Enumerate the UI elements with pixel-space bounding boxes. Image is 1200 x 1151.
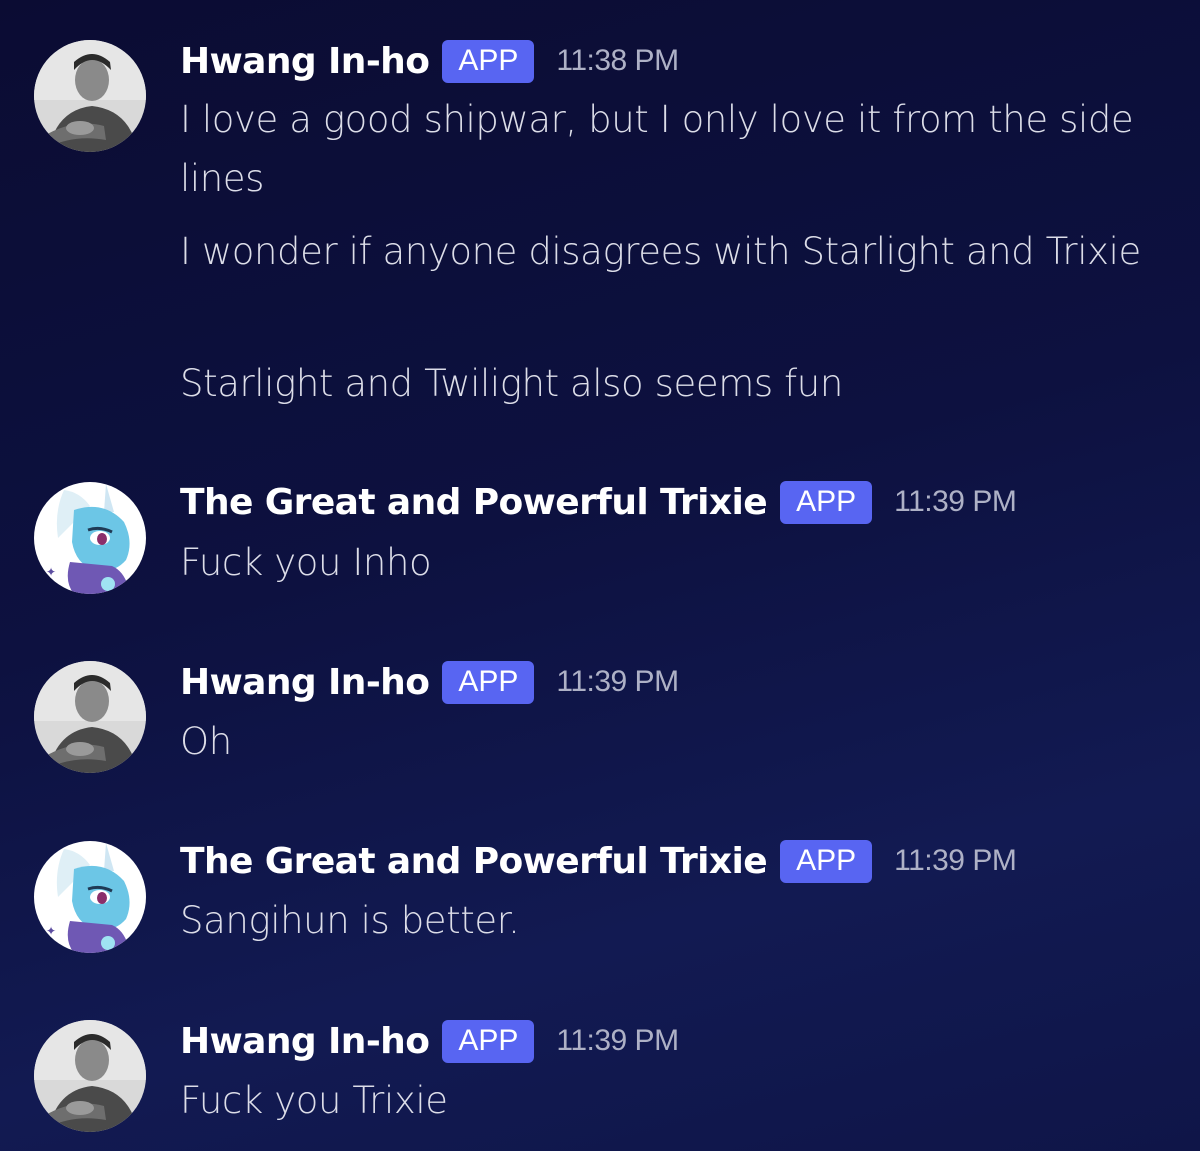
message-timestamp[interactable]: 11:39 PM: [556, 665, 679, 699]
message-text: Oh: [180, 720, 232, 763]
app-badge: APP: [780, 480, 873, 524]
message-timestamp[interactable]: 11:39 PM: [894, 485, 1017, 519]
message-header: The Great and Powerful Trixie APP 11:39 …: [180, 837, 1017, 885]
message-header: The Great and Powerful Trixie APP 11:39 …: [180, 478, 1017, 526]
unicorn-pony-avatar[interactable]: ✦: [34, 482, 146, 594]
app-badge: APP: [780, 839, 873, 883]
message-header: Hwang In-ho APP 11:38 PM: [180, 37, 679, 85]
message-timestamp[interactable]: 11:39 PM: [556, 1024, 679, 1058]
message-header: Hwang In-ho APP 11:39 PM: [180, 1017, 679, 1065]
message-text: Starlight and Twilight also seems fun: [180, 362, 843, 405]
message-text: I love a good shipwar, but I only love i…: [180, 98, 1134, 200]
person-photo-avatar[interactable]: [34, 40, 146, 152]
author-name[interactable]: Hwang In-ho: [180, 662, 430, 703]
person-photo-avatar[interactable]: [34, 1020, 146, 1132]
svg-text:✦: ✦: [46, 924, 56, 938]
message-timestamp[interactable]: 11:39 PM: [894, 844, 1017, 878]
message-header: Hwang In-ho APP 11:39 PM: [180, 658, 679, 706]
message-text: I wonder if anyone disagrees with Starli…: [180, 230, 1141, 273]
message-timestamp[interactable]: 11:38 PM: [556, 44, 679, 78]
author-name[interactable]: Hwang In-ho: [180, 1021, 430, 1062]
chat-log: Hwang In-ho APP 11:38 PM I love a good s…: [0, 0, 1200, 1151]
message-text: Fuck you Trixie: [180, 1079, 448, 1122]
svg-text:✦: ✦: [46, 565, 56, 579]
message-text: Sangihun is better.: [180, 899, 520, 942]
person-photo-avatar[interactable]: [34, 661, 146, 773]
author-name[interactable]: The Great and Powerful Trixie: [180, 482, 768, 523]
app-badge: APP: [442, 1019, 535, 1063]
unicorn-pony-avatar[interactable]: ✦: [34, 841, 146, 953]
message-text: Fuck you Inho: [180, 541, 432, 584]
app-badge: APP: [442, 660, 535, 704]
author-name[interactable]: Hwang In-ho: [180, 41, 430, 82]
author-name[interactable]: The Great and Powerful Trixie: [180, 841, 768, 882]
app-badge: APP: [442, 39, 535, 83]
